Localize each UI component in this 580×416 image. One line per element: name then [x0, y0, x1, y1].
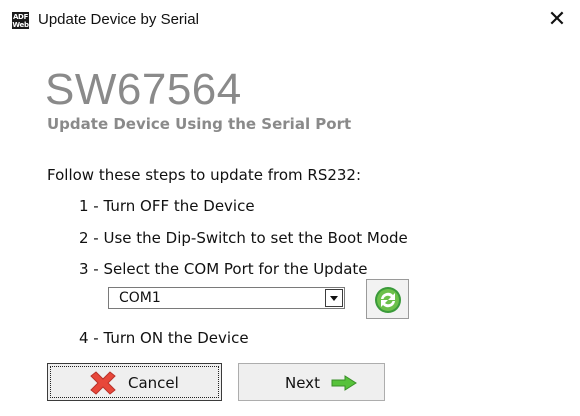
dialog-content: SW67564 Update Device Using the Serial P… [0, 42, 580, 416]
cross-icon [90, 371, 116, 395]
com-port-select[interactable]: COM1 [108, 287, 345, 309]
chevron-down-icon[interactable] [325, 289, 343, 307]
instructions-intro: Follow these steps to update from RS232: [47, 166, 362, 184]
page-subtitle: Update Device Using the Serial Port [47, 115, 352, 133]
app-logo-icon: ADF Web [12, 12, 29, 29]
next-button-label: Next [285, 374, 320, 392]
window-title: Update Device by Serial [38, 11, 199, 28]
com-port-value: COM1 [119, 290, 161, 306]
step-1: 1 - Turn OFF the Device [79, 197, 255, 215]
close-icon: ✕ [547, 7, 567, 32]
step-3: 3 - Select the COM Port for the Update [79, 260, 368, 278]
app-logo-text-top: ADF [12, 13, 29, 21]
cancel-button-label: Cancel [128, 374, 179, 392]
refresh-ports-button[interactable] [366, 279, 409, 319]
step-2: 2 - Use the Dip-Switch to set the Boot M… [79, 229, 408, 247]
refresh-icon [375, 287, 401, 313]
next-button[interactable]: Next [238, 363, 385, 401]
app-logo-text-bottom: Web [12, 21, 29, 29]
app-name-heading: SW67564 [45, 65, 242, 114]
close-button[interactable]: ✕ [534, 0, 580, 42]
arrow-right-icon [331, 375, 357, 391]
step-4: 4 - Turn ON the Device [79, 329, 249, 347]
cancel-button[interactable]: Cancel [47, 363, 222, 401]
title-bar: ADF Web Update Device by Serial ✕ [0, 0, 580, 42]
